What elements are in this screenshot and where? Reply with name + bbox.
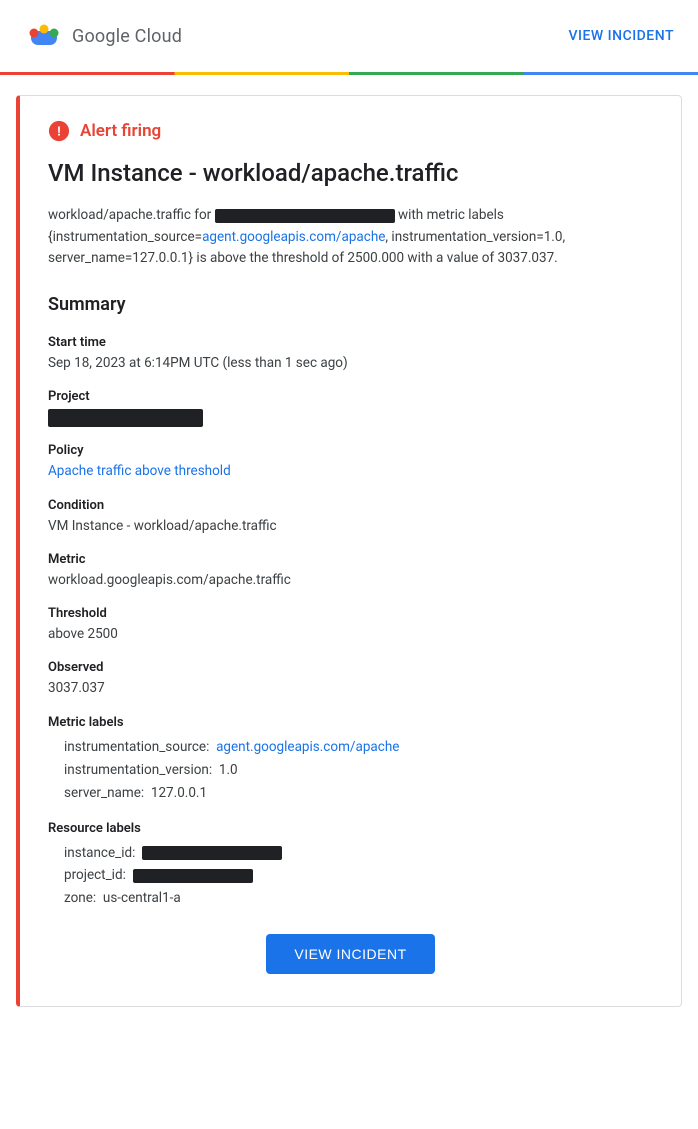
- instrumentation-source-label: instrumentation_source:: [64, 739, 209, 755]
- start-time-label: Start time: [48, 335, 653, 350]
- logo-text: Google Cloud: [72, 26, 182, 47]
- policy-label: Policy: [48, 443, 653, 458]
- google-cloud-logo: Google Cloud: [24, 16, 182, 56]
- metric-label: Metric: [48, 552, 653, 567]
- google-cloud-icon: [24, 16, 64, 56]
- alert-description: workload/apache.traffic for with metric …: [48, 205, 653, 270]
- resource-labels-section: Resource labels instance_id: project_id:…: [48, 821, 653, 911]
- btn-row: VIEW INCIDENT: [48, 934, 653, 974]
- alert-firing-row: ! Alert firing: [48, 120, 653, 142]
- metric-labels-heading: Metric labels: [48, 715, 653, 730]
- instrumentation-version-row: instrumentation_version: 1.0: [48, 759, 653, 782]
- resource-labels-heading: Resource labels: [48, 821, 653, 836]
- redacted-project-id: [133, 869, 253, 883]
- threshold-row: Threshold above 2500: [48, 606, 653, 644]
- observed-value: 3037.037: [48, 678, 653, 698]
- condition-value: VM Instance - workload/apache.traffic: [48, 516, 653, 536]
- instance-id-row: instance_id:: [48, 842, 653, 865]
- observed-row: Observed 3037.037: [48, 660, 653, 698]
- zone-value: us-central1-a: [103, 890, 181, 906]
- zone-row: zone: us-central1-a: [48, 887, 653, 910]
- instrumentation-source-row: instrumentation_source: agent.googleapis…: [48, 736, 653, 759]
- zone-label: zone:: [64, 890, 96, 906]
- instrumentation-version-label: instrumentation_version:: [64, 762, 212, 778]
- svg-text:!: !: [57, 124, 61, 139]
- instrumentation-version-value: 1.0: [219, 762, 238, 778]
- observed-label: Observed: [48, 660, 653, 675]
- instance-id-label: instance_id:: [64, 845, 135, 861]
- redacted-instance-inline: [215, 209, 395, 223]
- project-id-row: project_id:: [48, 864, 653, 887]
- metric-row: Metric workload.googleapis.com/apache.tr…: [48, 552, 653, 590]
- color-bar: [0, 72, 698, 75]
- view-incident-header-link[interactable]: VIEW INCIDENT: [568, 28, 674, 44]
- redacted-instance-id: [142, 846, 282, 860]
- server-name-label: server_name:: [64, 785, 144, 801]
- project-label: Project: [48, 389, 653, 404]
- server-name-value: 127.0.0.1: [151, 785, 207, 801]
- policy-link[interactable]: Apache traffic above threshold: [48, 463, 231, 479]
- alert-title: VM Instance - workload/apache.traffic: [48, 158, 653, 189]
- metric-value: workload.googleapis.com/apache.traffic: [48, 570, 653, 590]
- metric-labels-section: Metric labels instrumentation_source: ag…: [48, 715, 653, 805]
- project-id-label: project_id:: [64, 867, 126, 883]
- summary-heading: Summary: [48, 294, 653, 315]
- server-name-row: server_name: 127.0.0.1: [48, 782, 653, 805]
- threshold-value: above 2500: [48, 624, 653, 644]
- page-header: Google Cloud VIEW INCIDENT: [0, 0, 698, 72]
- project-value: [48, 407, 653, 427]
- alert-error-icon: !: [48, 120, 70, 142]
- agent-link-desc[interactable]: agent.googleapis.com/apache: [202, 229, 385, 245]
- start-time-row: Start time Sep 18, 2023 at 6:14PM UTC (l…: [48, 335, 653, 373]
- redacted-project: [48, 409, 203, 427]
- threshold-label: Threshold: [48, 606, 653, 621]
- instrumentation-source-link[interactable]: agent.googleapis.com/apache: [216, 739, 399, 755]
- start-time-value: Sep 18, 2023 at 6:14PM UTC (less than 1 …: [48, 353, 653, 373]
- policy-row: Policy Apache traffic above threshold: [48, 443, 653, 481]
- view-incident-button[interactable]: VIEW INCIDENT: [266, 934, 434, 974]
- description-prefix: workload/apache.traffic for: [48, 207, 211, 223]
- project-row: Project: [48, 389, 653, 427]
- alert-card: ! Alert firing VM Instance - workload/ap…: [16, 95, 682, 1007]
- condition-row: Condition VM Instance - workload/apache.…: [48, 498, 653, 536]
- condition-label: Condition: [48, 498, 653, 513]
- logo-area: Google Cloud: [24, 16, 182, 56]
- policy-value: Apache traffic above threshold: [48, 461, 653, 481]
- alert-firing-label: Alert firing: [80, 121, 161, 141]
